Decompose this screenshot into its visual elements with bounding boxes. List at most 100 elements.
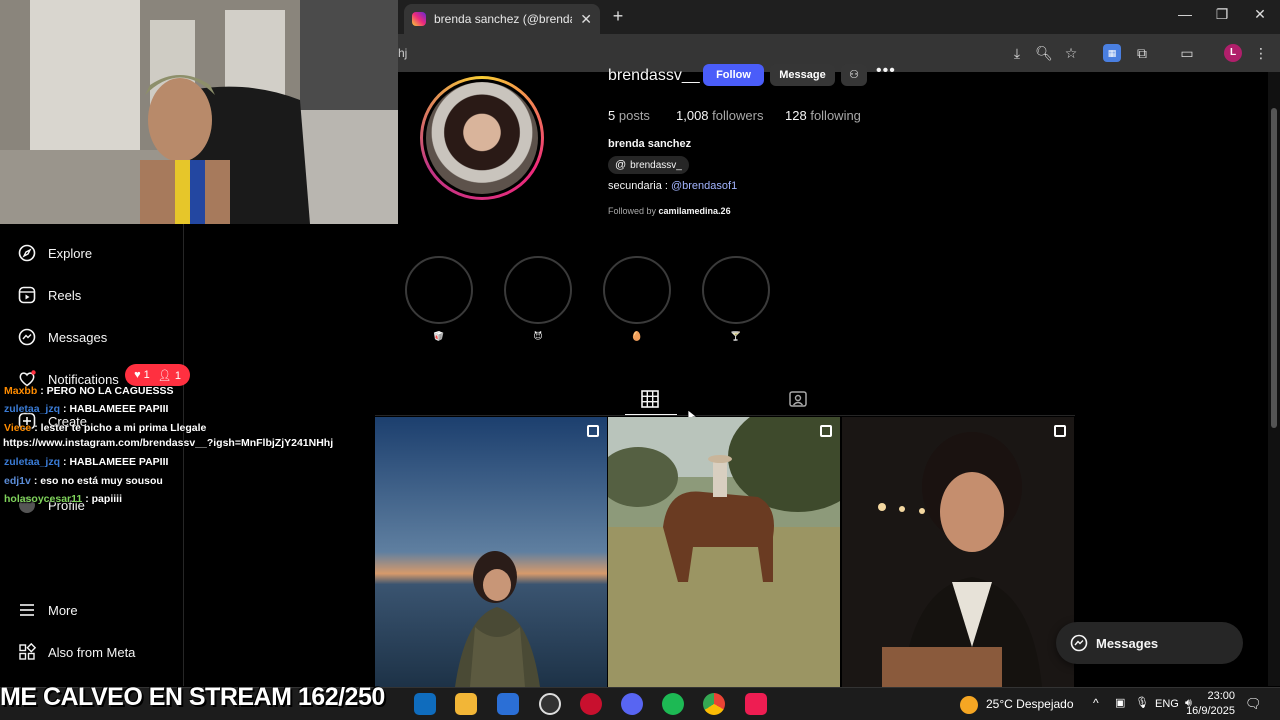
active-tab-indicator [625, 414, 677, 415]
maximize-window-button[interactable]: ❐ [1207, 6, 1237, 28]
profile-avatar[interactable]: L [1224, 44, 1242, 62]
messages-floating-button[interactable]: Messages [1056, 622, 1243, 664]
highlight-2-label: 😈 [533, 331, 543, 341]
posts-count: 5 posts [608, 108, 650, 123]
discord-icon[interactable] [621, 693, 643, 715]
browser-toolbar: hj ⤓ 🔍︎ ☆ ▦ ⧉ ▭ L ⋮ [398, 34, 1280, 72]
instagram-favicon-icon [412, 12, 426, 26]
tiktok-icon[interactable] [745, 693, 767, 715]
profile-full-name: brenda sanchez [608, 138, 692, 150]
multiple-posts-icon [820, 425, 832, 437]
microsoft-store-icon[interactable] [497, 693, 519, 715]
install-app-icon[interactable]: ⤓ [1008, 44, 1026, 62]
threads-badge[interactable]: @ brendassv_ [608, 156, 689, 174]
message-button[interactable]: Message [770, 64, 835, 86]
chat-message: zuletaa_jzq: HABLAMEEE PAPIII [4, 456, 169, 468]
compass-icon [18, 244, 36, 262]
sidebar-item-also-from-meta[interactable]: Also from Meta [18, 643, 135, 661]
notifications-badge[interactable]: ♥ 1 👤︎ 1 [125, 364, 190, 386]
close-tab-icon[interactable]: ✕ [580, 11, 592, 28]
webcam-overlay [0, 0, 398, 224]
opera-icon[interactable] [580, 693, 602, 715]
page-scrollbar[interactable] [1268, 72, 1280, 686]
highlight-3-label: 🥚 [631, 331, 643, 341]
highlight-2[interactable] [504, 256, 572, 324]
sidebar-item-more[interactable]: More [18, 601, 78, 619]
likes-badge: ♥ 1 [134, 369, 150, 381]
followers-count[interactable]: 1,008 followers [676, 108, 763, 123]
sidebar-item-messages[interactable]: Messages [18, 328, 107, 346]
extensions-puzzle-icon[interactable]: ⧉ [1133, 44, 1151, 62]
side-panel-icon[interactable]: ▭ [1178, 44, 1196, 62]
obs-icon[interactable] [539, 693, 561, 715]
highlight-4-label: 🍸 [730, 331, 742, 341]
followed-by[interactable]: Followed by camilamedina.26 [608, 206, 731, 216]
suggested-users-icon[interactable]: ⚇ [841, 64, 867, 86]
clock-time[interactable]: 23:00 [1195, 690, 1235, 702]
threads-icon: @ [615, 159, 627, 171]
chat-message: Viece: lester te picho a mi prima Llegal… [4, 422, 207, 434]
microphone-icon[interactable]: 🎙︎ [1135, 696, 1149, 709]
stream-goal-banner: ME CALVEO EN STREAM 162/250 [0, 683, 385, 711]
bio-mention-link[interactable]: @brendasof1 [671, 180, 737, 192]
reels-icon [18, 286, 36, 304]
highlight-3[interactable] [603, 256, 671, 324]
options-more-icon[interactable]: ••• [876, 62, 896, 80]
browser-menu-icon[interactable]: ⋮ [1252, 44, 1270, 62]
profile-bio: secundaria : @brendasof1 [608, 180, 738, 192]
weather-icon [960, 696, 978, 714]
webcam-feed-image [0, 0, 398, 224]
extension-translate-icon[interactable]: ▦ [1103, 44, 1121, 62]
weather-text[interactable]: 25°C Despejado [986, 697, 1074, 711]
post-1-image [375, 417, 607, 687]
browser-tab-active[interactable]: brenda sanchez (@brendassv_ ✕ [404, 4, 600, 34]
bookmark-star-icon[interactable]: ☆ [1062, 44, 1080, 62]
follow-button[interactable]: Follow [703, 64, 764, 86]
messenger-icon [1070, 634, 1088, 652]
profile-username: brendassv__ [608, 67, 700, 84]
tabs-divider [375, 415, 1075, 416]
follows-badge: 👤︎ 1 [157, 369, 181, 382]
post-3[interactable] [842, 417, 1074, 687]
messenger-icon [18, 328, 36, 346]
file-explorer-icon[interactable] [455, 693, 477, 715]
post-1[interactable] [375, 417, 607, 687]
clock-date[interactable]: 16/9/2025 [1170, 705, 1235, 717]
tab-tagged-icon[interactable] [789, 390, 807, 413]
following-count[interactable]: 128 following [785, 108, 861, 123]
browser-tab-bar: brenda sanchez (@brendassv_ ✕ [398, 0, 1280, 34]
highlight-1[interactable] [405, 256, 473, 324]
chat-message: https://www.instagram.com/brendassv__?ig… [3, 437, 334, 449]
zoom-icon[interactable]: 🔍︎ [1035, 44, 1053, 62]
sidebar-item-explore[interactable]: Explore [18, 244, 92, 262]
spotify-icon[interactable] [662, 693, 684, 715]
meta-grid-icon [19, 643, 36, 660]
tray-network-icon[interactable]: ▣ [1115, 696, 1125, 709]
notification-center-icon[interactable]: 🗨︎ [1245, 696, 1262, 712]
profile-picture [426, 82, 538, 194]
new-tab-button[interactable]: + [608, 6, 628, 28]
scrollbar-thumb[interactable] [1271, 108, 1277, 428]
tray-chevron-icon[interactable]: ^ [1093, 696, 1099, 710]
multiple-posts-icon [587, 425, 599, 437]
chrome-icon[interactable] [703, 693, 725, 715]
minimize-window-button[interactable]: — [1170, 6, 1200, 28]
chat-message: holasoycesar11: papiiii [4, 493, 122, 505]
close-window-button[interactable]: ✕ [1245, 6, 1275, 28]
outlook-icon[interactable] [414, 693, 436, 715]
multiple-posts-icon [1054, 425, 1066, 437]
post-2-image [608, 417, 840, 687]
chat-message: edj1v: eso no está muy sousou [4, 475, 163, 487]
address-bar[interactable]: hj [398, 40, 998, 66]
highlight-4[interactable] [702, 256, 770, 324]
sidebar-item-reels[interactable]: Reels [18, 286, 81, 304]
profile-avatar-ring[interactable] [420, 76, 544, 200]
tab-posts-grid-icon[interactable] [641, 390, 659, 413]
post-2[interactable] [608, 417, 840, 687]
menu-icon [20, 604, 34, 616]
chat-message: Maxbb: PERO NO LA CAGUESSS [4, 385, 174, 397]
tab-title: brenda sanchez (@brendassv_ [434, 12, 572, 26]
post-3-image [842, 417, 1074, 687]
chat-message: zuletaa_jzq: HABLAMEEE PAPIII [4, 403, 169, 415]
highlight-1-label: 🥡 [433, 331, 445, 341]
